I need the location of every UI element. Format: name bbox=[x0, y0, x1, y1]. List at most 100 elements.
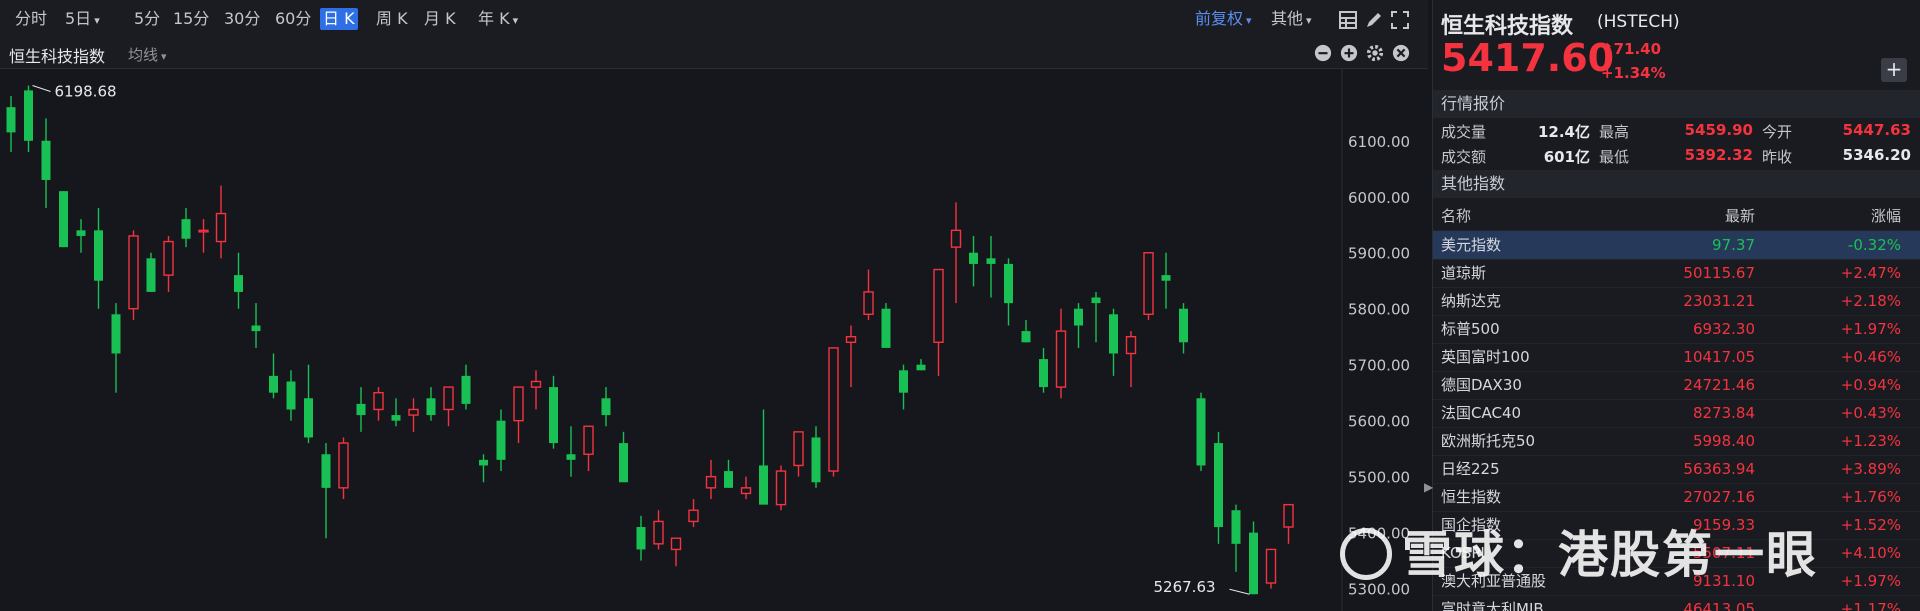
period-tab-5min[interactable]: 5分 bbox=[131, 8, 163, 30]
index-row[interactable]: 标普500 6932.30 +1.97% bbox=[1433, 315, 1920, 344]
index-row[interactable]: 欧洲斯托克50 5998.40 +1.23% bbox=[1433, 427, 1920, 456]
index-row-change: +2.18% bbox=[1840, 292, 1901, 310]
index-row[interactable]: 英国富时100 10417.05 +0.46% bbox=[1433, 343, 1920, 372]
candle-body bbox=[653, 520, 664, 545]
candle-body bbox=[828, 347, 839, 472]
candle-body bbox=[286, 381, 296, 410]
y-tick-label: 5500.00 bbox=[1348, 469, 1410, 487]
close-icon[interactable] bbox=[1392, 44, 1410, 62]
chevron-down-icon: ▾ bbox=[1246, 14, 1252, 27]
candle-body bbox=[59, 191, 68, 248]
index-row-change: +0.46% bbox=[1840, 348, 1901, 366]
zoom-out-icon[interactable] bbox=[1314, 44, 1332, 62]
collapse-arrow-icon[interactable]: ▶ bbox=[1424, 480, 1433, 494]
y-tick-label: 5600.00 bbox=[1348, 413, 1410, 431]
candle-body bbox=[759, 465, 768, 505]
candle-body bbox=[583, 425, 594, 455]
candle-body bbox=[688, 509, 699, 523]
col-last-header: 最新 bbox=[1724, 207, 1755, 225]
zoom-in-icon[interactable] bbox=[1340, 44, 1358, 62]
candle-body bbox=[1091, 297, 1101, 304]
period-tab-daily[interactable]: 日 K bbox=[320, 8, 358, 30]
volume-label: 成交量 bbox=[1441, 123, 1487, 141]
period-tab-15min[interactable]: 15分 bbox=[170, 8, 212, 30]
settings-icon[interactable] bbox=[1366, 44, 1384, 62]
index-row-change: +1.17% bbox=[1840, 600, 1901, 611]
index-row[interactable]: 日经225 56363.94 +3.89% bbox=[1433, 455, 1920, 484]
period-tab-weekly[interactable]: 周 K bbox=[373, 8, 411, 30]
candle-body bbox=[1179, 308, 1188, 343]
prev-close-value: 5346.20 bbox=[1842, 146, 1911, 164]
candle-body bbox=[76, 230, 86, 236]
index-change: ⬆71.40 bbox=[1601, 40, 1661, 58]
index-row[interactable]: 美元指数 97.37 -0.32% bbox=[1433, 231, 1920, 260]
index-row-change: +1.76% bbox=[1840, 488, 1901, 506]
candle-body bbox=[775, 470, 787, 506]
prev-close-label: 昨收 bbox=[1762, 148, 1793, 166]
candle-body bbox=[1283, 503, 1294, 528]
period-tab-60min[interactable]: 60分 bbox=[272, 8, 314, 30]
chevron-down-icon: ▾ bbox=[161, 50, 167, 63]
index-row-last: 23031.21 bbox=[1683, 292, 1755, 310]
fullscreen-icon[interactable] bbox=[1390, 10, 1410, 30]
other-dropdown[interactable]: 其他 ▾ bbox=[1268, 8, 1315, 30]
high-marker-line bbox=[32, 85, 51, 93]
candle-body bbox=[269, 375, 278, 393]
candle-body bbox=[933, 268, 944, 343]
period-tab-5day-label: 5日 bbox=[65, 9, 92, 28]
index-row[interactable]: 恒生指数 27027.16 +1.76% bbox=[1433, 483, 1920, 512]
adjust-dropdown[interactable]: 前复权 ▾ bbox=[1192, 8, 1255, 30]
index-row-name: 纳斯达克 bbox=[1441, 292, 1502, 310]
index-row-name: 标普500 bbox=[1441, 320, 1500, 338]
period-tab-5day[interactable]: 5日 ▾ bbox=[62, 8, 103, 30]
grid-icon[interactable] bbox=[1338, 10, 1358, 30]
chevron-down-icon: ▾ bbox=[1306, 14, 1312, 27]
candle-body bbox=[94, 230, 103, 281]
candle-body bbox=[373, 391, 384, 411]
index-row-last: 46413.05 bbox=[1683, 600, 1755, 611]
add-button[interactable]: + bbox=[1881, 58, 1907, 82]
open-value: 5447.63 bbox=[1842, 121, 1911, 139]
adjust-label: 前复权 bbox=[1195, 9, 1244, 28]
candle-body bbox=[1249, 532, 1258, 595]
kline-svg[interactable]: 6100.00 6000.00 5900.00 5800.00 5700.00 5600.… bbox=[0, 68, 1428, 611]
kline-chart[interactable]: 6100.00 6000.00 5900.00 5800.00 5700.00 5600.… bbox=[0, 68, 1428, 611]
candle-body bbox=[601, 398, 611, 416]
index-row-last: 97.37 bbox=[1712, 236, 1755, 254]
index-row[interactable]: 道琼斯 50115.67 +2.47% bbox=[1433, 259, 1920, 288]
period-tab-yearly[interactable]: 年 K ▾ bbox=[475, 8, 521, 30]
index-row[interactable]: 法国CAC40 8273.84 +0.43% bbox=[1433, 399, 1920, 428]
index-row[interactable]: 富时意大利MIB 46413.05 +1.17% bbox=[1433, 595, 1920, 611]
turnover-label: 成交额 bbox=[1441, 148, 1487, 166]
candle-body bbox=[128, 235, 139, 310]
candle-body bbox=[215, 212, 227, 243]
index-row[interactable]: 德国DAX30 24721.46 +0.94% bbox=[1433, 371, 1920, 400]
index-row-name: 道琼斯 bbox=[1441, 264, 1487, 282]
index-row-change: +1.52% bbox=[1840, 516, 1901, 534]
period-tab-30min[interactable]: 30分 bbox=[221, 8, 263, 30]
candle-body bbox=[356, 403, 366, 416]
index-row-change: +1.23% bbox=[1840, 432, 1901, 450]
candle-body bbox=[811, 437, 821, 483]
pen-icon[interactable] bbox=[1364, 10, 1384, 30]
ma-dropdown[interactable]: 均线 ▾ bbox=[128, 44, 167, 65]
candle-body bbox=[304, 398, 313, 438]
index-row-name: 恒生指数 bbox=[1441, 488, 1502, 506]
candle-body bbox=[670, 537, 682, 551]
index-row[interactable]: 纳斯达克 23031.21 +2.18% bbox=[1433, 287, 1920, 316]
index-row-last: 50115.67 bbox=[1683, 264, 1755, 282]
candle-body bbox=[1231, 510, 1241, 544]
index-row-change: +1.97% bbox=[1840, 320, 1901, 338]
plus-icon: + bbox=[1885, 57, 1903, 81]
period-tab-monthly[interactable]: 月 K bbox=[421, 8, 459, 30]
period-tab-minute[interactable]: 分时 bbox=[12, 8, 50, 30]
index-row-last: 56363.94 bbox=[1683, 460, 1755, 478]
index-row-name: 德国DAX30 bbox=[1441, 376, 1522, 394]
candle-body bbox=[793, 431, 804, 467]
ma-label: 均线 bbox=[128, 46, 159, 64]
candle-body bbox=[1021, 331, 1031, 343]
candle-body bbox=[916, 364, 926, 371]
candle-body bbox=[899, 370, 908, 393]
col-change-header: 涨幅 bbox=[1870, 207, 1901, 225]
watermark-logo-icon bbox=[1340, 528, 1392, 580]
